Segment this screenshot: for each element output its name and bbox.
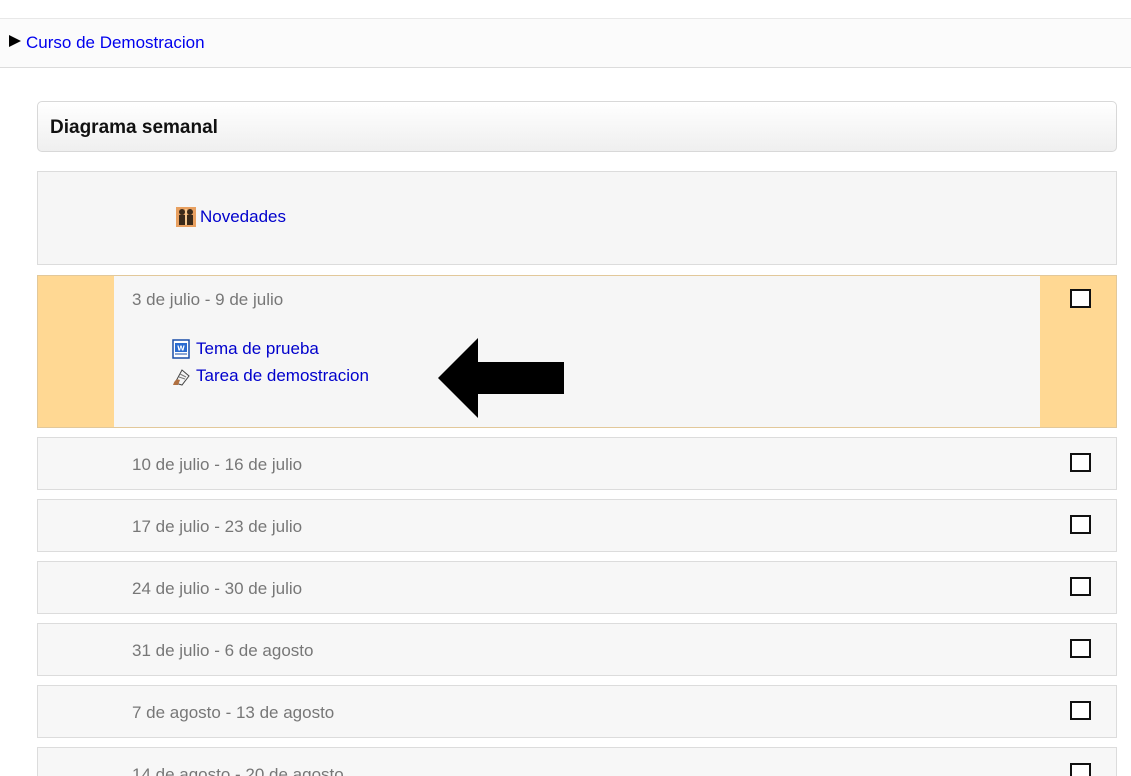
news-forum-link[interactable]: Novedades [176,207,286,227]
week-label: 24 de julio - 30 de julio [132,579,303,598]
section-week: 10 de julio - 16 de julio [37,437,1117,490]
highlight-checkbox[interactable] [1070,453,1091,472]
highlight-checkbox[interactable] [1070,515,1091,534]
highlight-checkbox[interactable] [1070,577,1091,596]
highlight-checkbox[interactable] [1070,763,1091,776]
section-current-week: 3 de julio - 9 de julio W Tema de prueba… [37,275,1117,428]
section-week: 7 de agosto - 13 de agosto [37,685,1117,738]
activity-tarea-de-demostracion[interactable]: Tarea de demostracion [172,366,369,386]
highlight-checkbox[interactable] [1070,701,1091,720]
word-document-icon: W [172,339,190,359]
highlight-checkbox[interactable] [1070,639,1091,658]
breadcrumb-course-link[interactable]: Curso de Demostracion [26,33,205,53]
week-label: 7 de agosto - 13 de agosto [132,703,335,722]
highlight-checkbox[interactable] [1070,289,1091,308]
section-week: 17 de julio - 23 de julio [37,499,1117,552]
activity-label[interactable]: Tarea de demostracion [196,366,369,386]
week-label: 31 de julio - 6 de agosto [132,641,314,660]
triangle-right-icon [9,35,21,47]
week-label: 3 de julio - 9 de julio [132,290,284,309]
block-title: Diagrama semanal [50,117,218,138]
annotation-arrow-left-icon [438,338,564,418]
week-label: 14 de agosto - 20 de agosto [132,765,344,776]
current-week-left-marker [38,276,114,427]
week-label: 10 de julio - 16 de julio [132,455,303,474]
assignment-icon [173,369,190,386]
activity-tema-de-prueba[interactable]: W Tema de prueba [172,339,319,359]
section-general: Novedades [37,171,1117,265]
breadcrumb: Curso de Demostracion [0,18,1131,68]
course-page: Curso de Demostracion Diagrama semanal N… [0,0,1131,776]
section-week: 24 de julio - 30 de julio [37,561,1117,614]
forum-icon [176,207,196,227]
week-label: 17 de julio - 23 de julio [132,517,303,536]
section-week: 14 de agosto - 20 de agosto [37,747,1117,776]
news-forum-label[interactable]: Novedades [200,207,286,227]
activity-label[interactable]: Tema de prueba [196,339,319,359]
weekly-outline-header: Diagrama semanal [37,101,1117,152]
svg-text:W: W [177,345,185,353]
section-week: 31 de julio - 6 de agosto [37,623,1117,676]
